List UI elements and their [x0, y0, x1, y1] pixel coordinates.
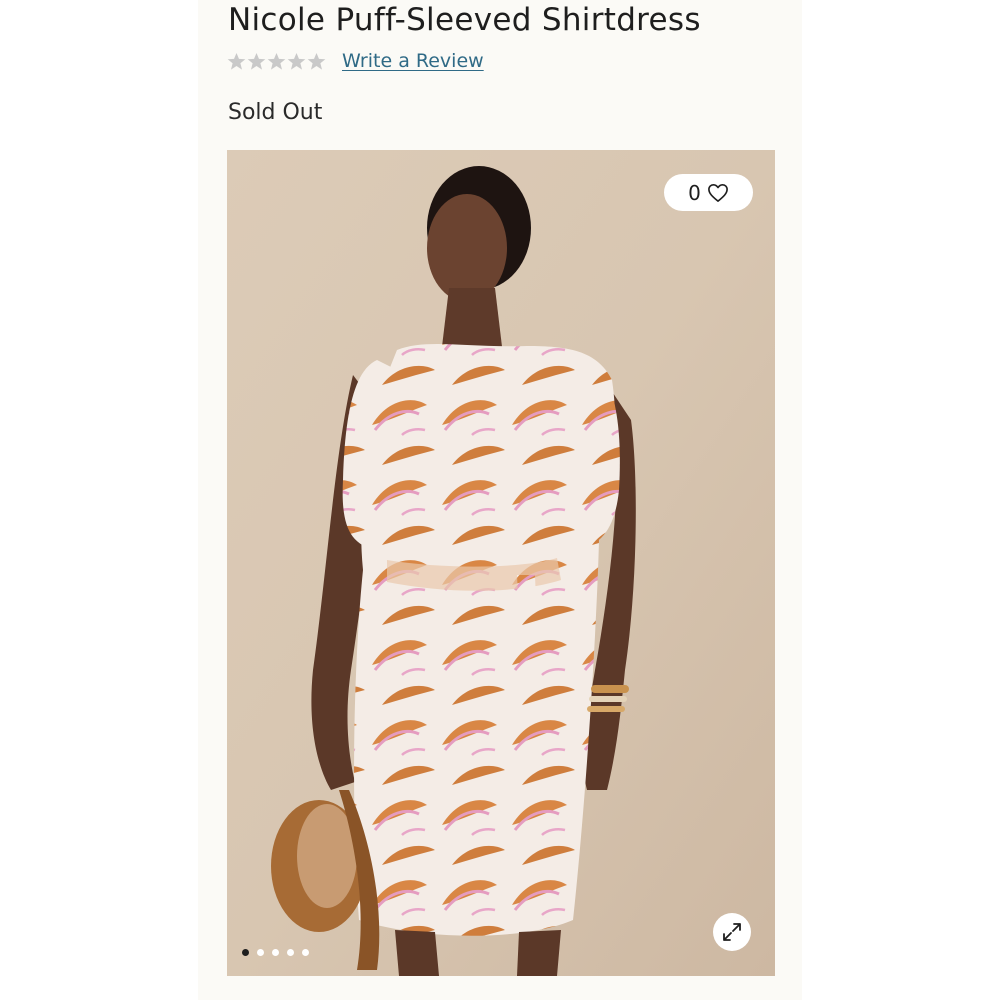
expand-icon: [723, 923, 741, 941]
product-page: Nicole Puff-Sleeved Shirtdress Write a R…: [198, 0, 802, 1000]
star-icon: [267, 52, 286, 70]
product-photo: [227, 150, 775, 976]
product-title: Nicole Puff-Sleeved Shirtdress: [228, 2, 701, 38]
expand-image-button[interactable]: [713, 913, 751, 951]
favorite-button[interactable]: 0: [664, 174, 753, 211]
favorite-count: 0: [688, 180, 701, 205]
star-rating: [227, 52, 326, 71]
product-image-gallery[interactable]: 0: [227, 150, 775, 976]
write-review-link[interactable]: Write a Review: [342, 50, 484, 72]
heart-icon: [707, 183, 728, 202]
carousel-dot[interactable]: [287, 949, 294, 956]
star-icon: [227, 52, 246, 70]
availability-status: Sold Out: [228, 100, 323, 125]
star-icon: [287, 52, 306, 70]
carousel-dot[interactable]: [257, 949, 264, 956]
carousel-indicators: [242, 949, 309, 956]
carousel-dot[interactable]: [242, 949, 249, 956]
star-icon: [247, 52, 266, 70]
star-icon: [307, 52, 326, 70]
carousel-dot[interactable]: [302, 949, 309, 956]
rating-row: Write a Review: [227, 50, 484, 72]
carousel-dot[interactable]: [272, 949, 279, 956]
